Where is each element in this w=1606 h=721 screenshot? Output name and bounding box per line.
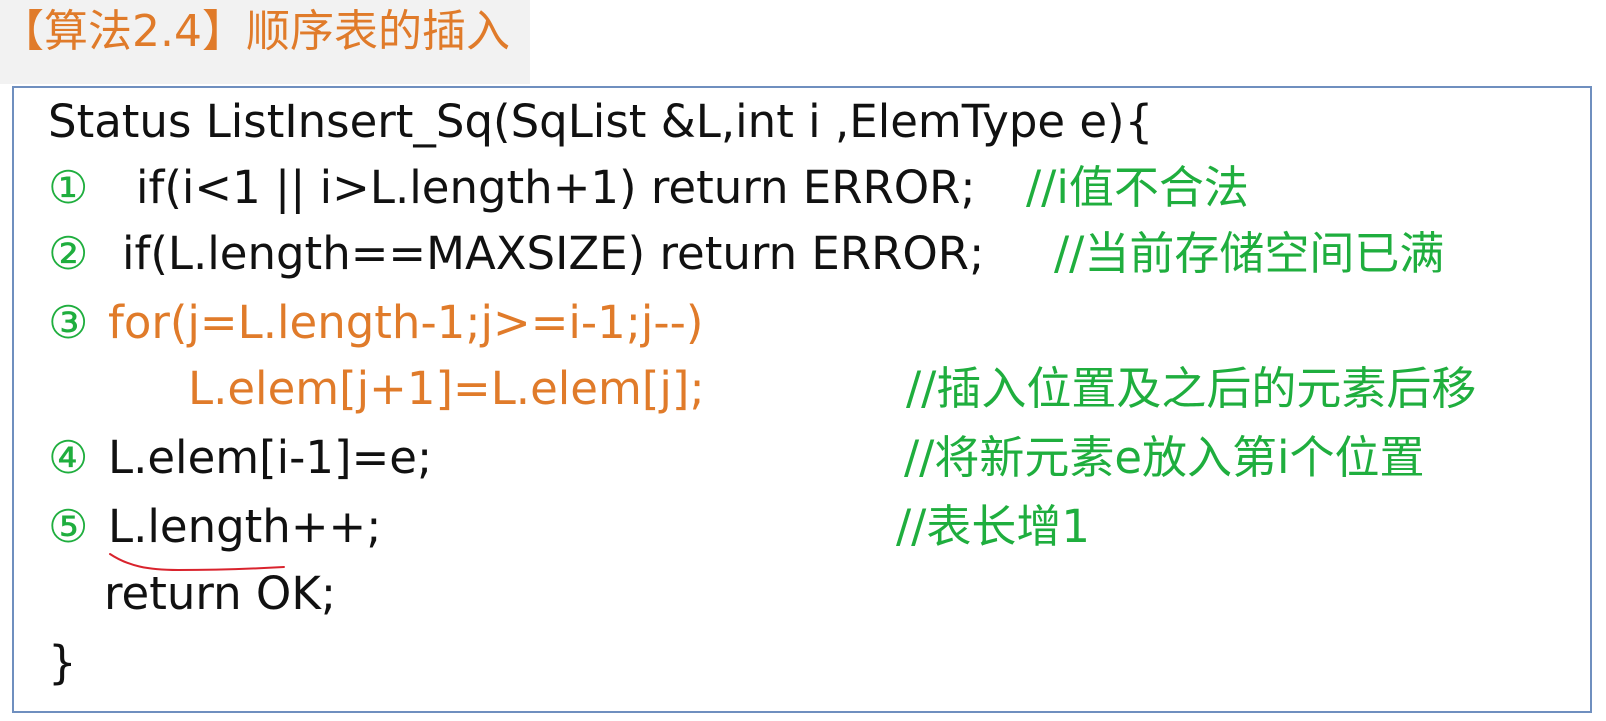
step-number-1: ① [48,161,89,214]
step4-comment: //将新元素e放入第i个位置 [904,431,1425,484]
step1-code: if(i<1 || i>L.length+1) return ERROR; [136,161,976,214]
function-signature: Status ListInsert_Sq(SqList &L,int i ,El… [48,95,1154,148]
step2-code: if(L.length==MAXSIZE) return ERROR; [122,227,985,280]
code-line-step2: ② if(L.length==MAXSIZE) return ERROR; //… [48,220,1588,288]
step1-comment: //i值不合法 [1026,161,1249,214]
code-line-step1: ① if(i<1 || i>L.length+1) return ERROR; … [48,154,1588,222]
code-line-step3-body: L.elem[j+1]=L.elem[j]; //插入位置及之后的元素后移 [48,355,1588,423]
slide-title: 【算法2.4】顺序表的插入 [0,6,510,57]
step-number-2: ② [48,227,89,280]
step-number-4: ④ [48,431,89,484]
step3-loop-header: for(j=L.length-1;j>=i-1;j--) [108,296,704,349]
step-number-3: ③ [48,296,89,349]
code-line-closing: } [48,629,77,697]
step-number-5: ⑤ [48,500,89,553]
code-line-step4: ④ L.elem[i-1]=e; //将新元素e放入第i个位置 [48,424,1588,492]
code-line-step3: ③ for(j=L.length-1;j>=i-1;j--) [48,289,1588,357]
step3-comment: //插入位置及之后的元素后移 [906,362,1477,415]
closing-brace: } [48,636,77,689]
step2-comment: //当前存储空间已满 [1054,227,1445,280]
red-underline-annotation [109,553,285,572]
title-bar: 【算法2.4】顺序表的插入 [0,0,530,84]
step4-code: L.elem[i-1]=e; [108,431,433,484]
code-line-signature: Status ListInsert_Sq(SqList &L,int i ,El… [48,88,1153,156]
step3-loop-body: L.elem[j+1]=L.elem[j]; [188,362,705,415]
step5-comment: //表长增1 [896,500,1090,553]
code-box: Status ListInsert_Sq(SqList &L,int i ,El… [12,86,1592,713]
